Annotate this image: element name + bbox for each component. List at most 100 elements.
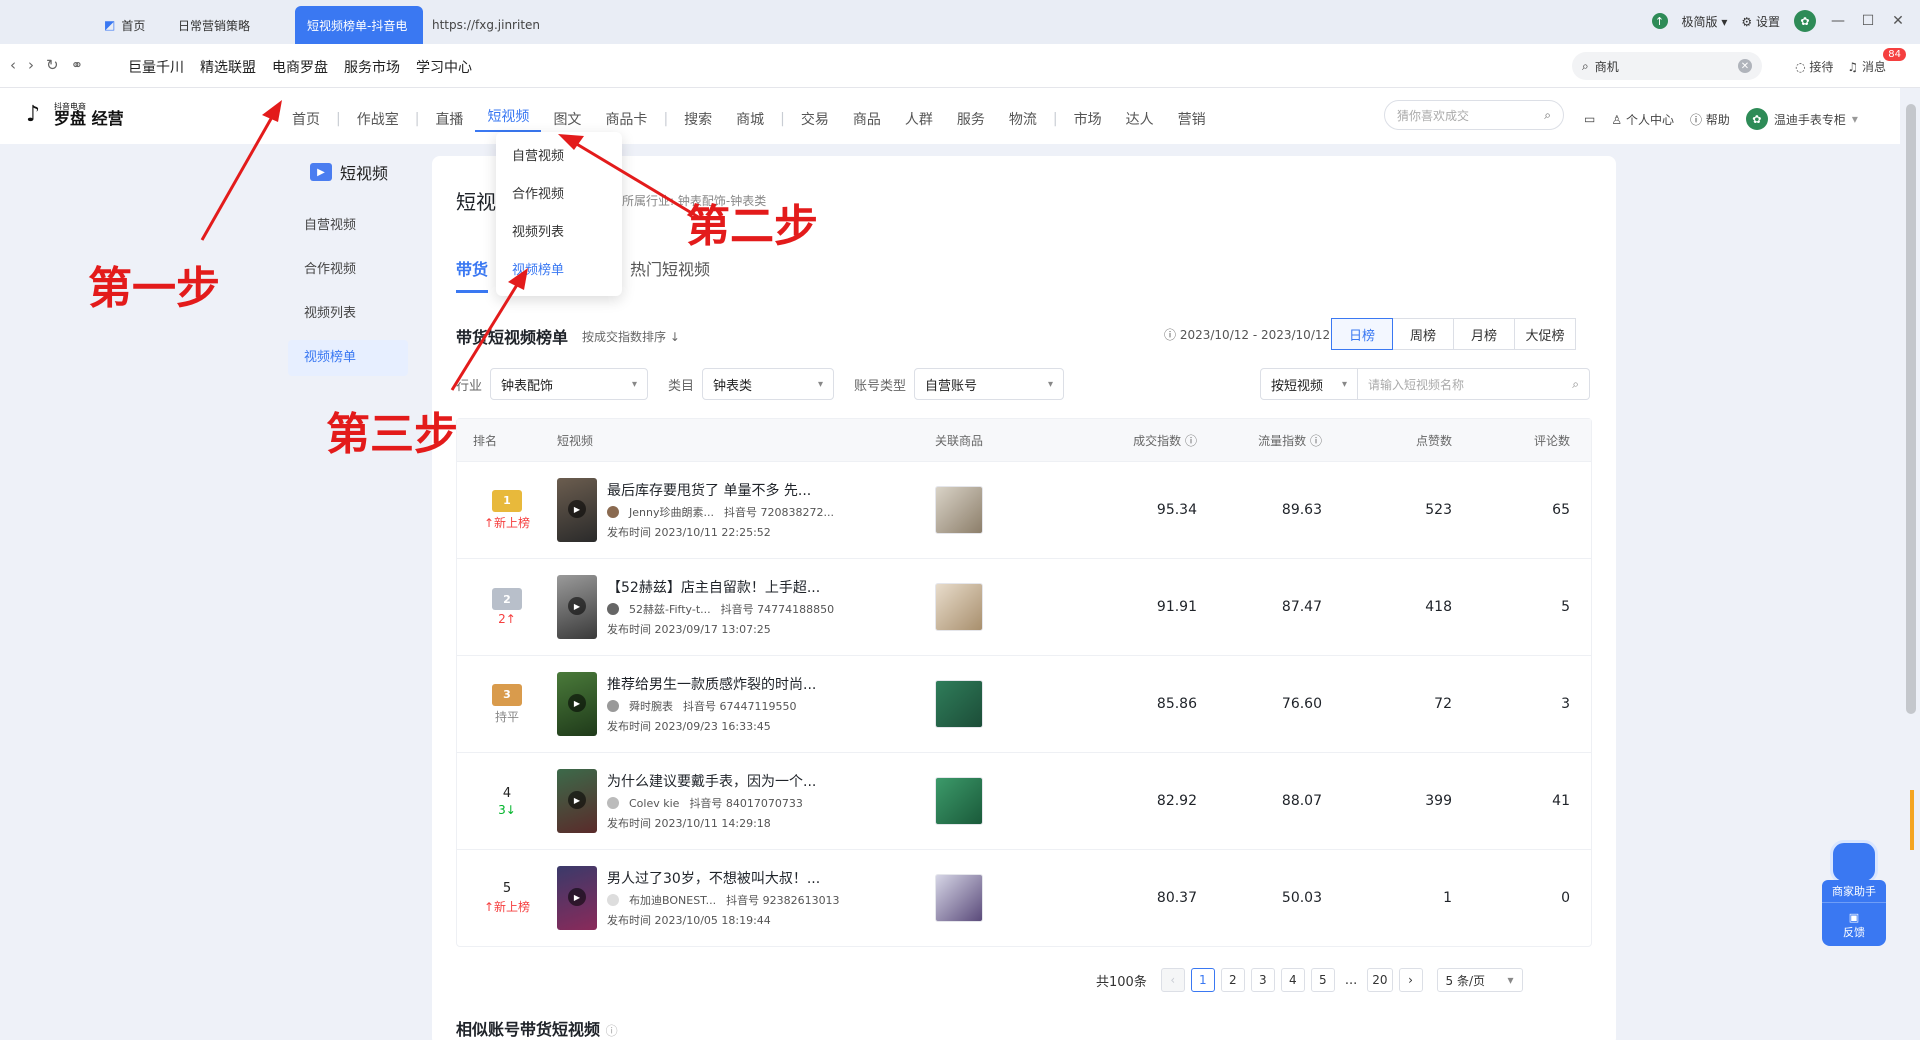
video-thumbnail[interactable]: ▶ [557,478,597,542]
dropdown-video-list[interactable]: 视频列表 [496,214,622,252]
back-icon[interactable]: ‹ [10,56,16,74]
bookmark-market[interactable]: 服务市场 [344,57,400,77]
monitor-icon[interactable]: ▭ [1584,112,1595,126]
menu-marketing[interactable]: 营销 [1166,109,1218,129]
menu-service[interactable]: 服务 [945,109,997,129]
page-ellipsis[interactable]: ... [1341,973,1361,988]
bookmark-learning[interactable]: 学习中心 [416,57,472,77]
menu-search[interactable]: 搜索 [672,109,724,129]
page-2[interactable]: 2 [1220,968,1245,992]
product-image[interactable] [935,486,983,534]
table-row[interactable]: 4 3↓ ▶ 为什么建议要戴手表，因为一个... Colev kie 抖音号 84… [457,752,1591,849]
messages-button[interactable]: ♫ 消息 [1847,58,1886,75]
product-image[interactable] [935,874,983,922]
close-button[interactable]: ✕ [1890,13,1906,29]
page-4[interactable]: 4 [1280,968,1305,992]
menu-short-video[interactable]: 短视频 [475,106,542,132]
avatar[interactable]: ✿ [1794,10,1816,32]
link-icon[interactable]: ⚭ [71,56,84,74]
period-month[interactable]: 月榜 [1453,318,1515,350]
menu-crowd[interactable]: 人群 [893,109,945,129]
settings-button[interactable]: ⚙ 设置 [1741,13,1780,30]
video-thumbnail[interactable]: ▶ [557,575,597,639]
edition-toggle[interactable]: 极简版 ▾ [1682,13,1728,30]
browser-tab-home[interactable]: ◩ 首页 [92,6,157,44]
menu-influencer[interactable]: 达人 [1114,109,1166,129]
browser-tab-strategy[interactable]: 日常营销策略 [166,6,262,44]
receive-button[interactable]: ◌ 接待 [1795,58,1833,75]
video-title[interactable]: 男人过了30岁，不想被叫大叔！... [607,868,907,888]
page-20[interactable]: 20 [1367,968,1393,992]
prev-page-button[interactable]: ‹ [1160,968,1185,992]
video-thumbnail[interactable]: ▶ [557,769,597,833]
video-thumbnail[interactable]: ▶ [557,866,597,930]
shop-switcher[interactable]: ✿ 温迪手表专柜 ▾ [1745,108,1858,130]
tab-hot-video[interactable]: 热门短视频 [630,256,710,293]
col-traffic-index[interactable]: 流量指数 ⓘ [1197,432,1322,449]
product-image[interactable] [935,777,983,825]
bookmark-lianmeng[interactable]: 精选联盟 [200,57,256,77]
header-search-input[interactable]: 猜你喜欢成交 ⌕ [1384,100,1564,130]
menu-image-text[interactable]: 图文 [541,109,593,129]
url-text[interactable]: https://fxg.jinriten [432,18,540,32]
menu-logistics[interactable]: 物流 [997,109,1049,129]
menu-live[interactable]: 直播 [423,109,475,129]
bookmark-qianchuan[interactable]: 巨量千川 [128,57,184,77]
video-title[interactable]: 推荐给男生一款质感炸裂的时尚... [607,674,907,694]
period-week[interactable]: 周榜 [1392,318,1454,350]
bookmark-luopan[interactable]: 电商罗盘 [272,57,328,77]
video-thumbnail[interactable]: ▶ [557,672,597,736]
help-link[interactable]: ⓘ 帮助 [1690,111,1730,128]
category-select[interactable]: 钟表类 ▾ [702,368,835,400]
search-type-select[interactable]: 按短视频 ▾ [1260,368,1358,400]
browser-search-input[interactable]: ⌕ 商机 ✕ [1572,52,1762,80]
personal-center-link[interactable]: ♙ 个人中心 [1611,111,1674,128]
product-image[interactable] [935,680,983,728]
maximize-button[interactable]: ☐ [1860,13,1876,29]
col-deal-index[interactable]: 成交指数 ⓘ [1067,432,1197,449]
menu-product[interactable]: 商品 [841,109,893,129]
page-5[interactable]: 5 [1310,968,1335,992]
sidebar-item-self-video[interactable]: 自营视频 [288,208,408,244]
menu-trade[interactable]: 交易 [789,109,841,129]
upgrade-icon[interactable]: ↑ [1651,13,1668,29]
video-title[interactable]: 最后库存要甩货了 单量不多 先... [607,480,907,500]
logo[interactable]: ♪ 抖音电商 罗盘 经营 [26,102,124,128]
page-size-select[interactable]: 5 条/页 ▾ [1436,968,1523,992]
period-day[interactable]: 日榜 [1331,318,1393,350]
sidebar-item-video-ranking[interactable]: 视频榜单 [288,340,408,376]
browser-tab-ranking[interactable]: 短视频榜单-抖音电 [295,6,423,44]
feedback-button[interactable]: ▣ 反馈 [1822,902,1886,946]
refresh-icon[interactable]: ↻ [46,56,59,74]
video-title[interactable]: 为什么建议要戴手表，因为一个... [607,771,907,791]
sidebar-item-coop-video[interactable]: 合作视频 [288,252,408,288]
next-page-button[interactable]: › [1398,968,1423,992]
clear-icon[interactable]: ✕ [1738,59,1752,73]
table-row[interactable]: 2 2↑ ▶ 【52赫兹】店主自留款！上手超... 52赫兹-Fifty-t..… [457,558,1591,655]
menu-mall[interactable]: 商城 [724,109,776,129]
period-promo[interactable]: 大促榜 [1514,318,1576,350]
minimize-button[interactable]: — [1830,13,1846,29]
product-image[interactable] [935,583,983,631]
dropdown-video-ranking[interactable]: 视频榜单 [496,252,622,290]
table-row[interactable]: 1 ↑新上榜 ▶ 最后库存要甩货了 单量不多 先... Jenny珍曲朗素...… [457,461,1591,558]
dropdown-coop-video[interactable]: 合作视频 [496,176,622,214]
sidebar-item-video-list[interactable]: 视频列表 [288,296,408,332]
sort-toggle[interactable]: 按成交指数排序 ↓ [582,328,680,345]
table-row[interactable]: 5 ↑新上榜 ▶ 男人过了30岁，不想被叫大叔！... 布加迪BONEST...… [457,849,1591,946]
menu-home[interactable]: 首页 [280,109,332,129]
account-type-select[interactable]: 自营账号 ▾ [914,368,1065,400]
menu-market[interactable]: 市场 [1062,109,1114,129]
page-1[interactable]: 1 [1190,968,1215,992]
tab-sales-video[interactable]: 带货 [456,256,489,293]
page-3[interactable]: 3 [1250,968,1275,992]
forward-icon[interactable]: › [28,56,34,74]
video-name-input[interactable]: 请输入短视频名称 ⌕ [1358,368,1590,400]
video-title[interactable]: 【52赫兹】店主自留款！上手超... [607,577,907,597]
table-row[interactable]: 3 持平 ▶ 推荐给男生一款质感炸裂的时尚... 舜时腕表 抖音号 6744711… [457,655,1591,752]
industry-select[interactable]: 钟表配饰 ▾ [490,368,649,400]
menu-product-card[interactable]: 商品卡 [593,109,659,129]
scrollbar[interactable] [1906,104,1916,714]
search-icon[interactable]: ⌕ [1544,108,1551,123]
date-range[interactable]: ⓘ 2023/10/12 - 2023/10/12 [1164,326,1330,343]
